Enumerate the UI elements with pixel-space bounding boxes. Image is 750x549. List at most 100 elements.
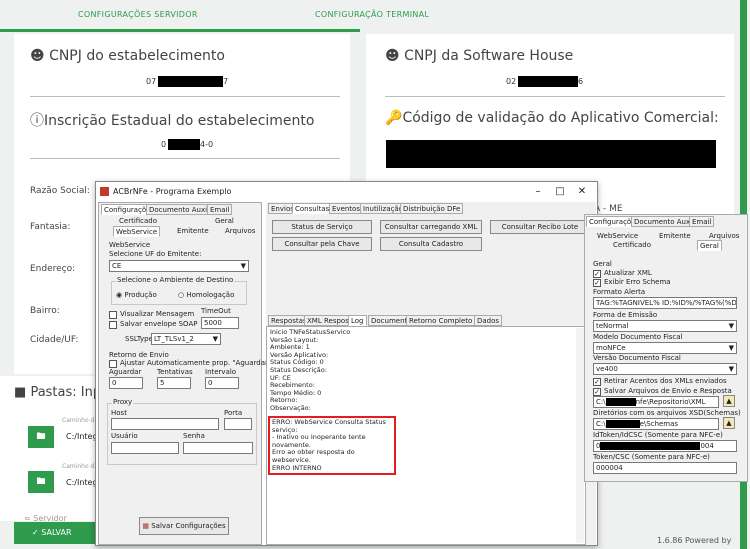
maximize-icon[interactable]: □ bbox=[549, 182, 571, 202]
salvar-arq-checkbox[interactable]: ✓ bbox=[593, 388, 601, 396]
ambiente-group: Selecione o Ambiente de Destino ◉ Produç… bbox=[111, 276, 247, 305]
radio-homologacao[interactable]: ○ Homologação bbox=[178, 291, 234, 299]
log-memo[interactable]: Inicio TNFeStatusServico Versão Layout: Am… bbox=[266, 326, 586, 545]
ambiente-title: Selecione o Ambiente de Destino bbox=[116, 276, 235, 284]
log-lines: Inicio TNFeStatusServico Versão Layout: Am… bbox=[270, 328, 350, 413]
chevron-down-icon: ▼ bbox=[728, 322, 734, 330]
redaction bbox=[386, 140, 716, 168]
endereco-label: Endereço: bbox=[30, 264, 76, 274]
tab-geral[interactable]: Geral bbox=[215, 217, 234, 225]
folder-open-icon[interactable]: ▲ bbox=[723, 395, 735, 407]
tab-arquivos[interactable]: Arquivos bbox=[225, 227, 255, 235]
ie-start: 0 bbox=[161, 140, 167, 149]
side-tab-email[interactable]: Email bbox=[689, 216, 715, 227]
cnpj-estab-start: 07 bbox=[146, 77, 157, 86]
minimize-icon[interactable]: – bbox=[527, 182, 549, 202]
aguardar-label: Aguardar bbox=[109, 368, 142, 376]
codigo-title: 🔑Código de validação do Aplicativo Comer… bbox=[385, 110, 719, 126]
path2-input[interactable]: C:\ e\Schemas bbox=[593, 418, 719, 430]
cidade-label: Cidade/UF: bbox=[30, 335, 79, 345]
folder-button[interactable]: 🖿 bbox=[28, 426, 54, 448]
porta-input[interactable] bbox=[224, 418, 252, 430]
senha-label: Senha bbox=[183, 432, 205, 440]
porta-label: Porta bbox=[224, 409, 243, 417]
versao-select[interactable]: ve400 ▼ bbox=[593, 363, 737, 375]
dir-label: Diretórios com os arquivos XSD(Schemas) bbox=[593, 409, 741, 417]
timeout-input[interactable]: 5000 bbox=[201, 317, 239, 329]
modelo-select[interactable]: moNFCe ▼ bbox=[593, 342, 737, 354]
ie-title: ⓘInscrição Estadual do estabelecimento bbox=[30, 113, 315, 129]
consultar-recibo-button[interactable]: Consultar Recibo Lote bbox=[490, 220, 590, 234]
redaction bbox=[158, 76, 223, 87]
senha-input[interactable] bbox=[183, 442, 253, 454]
tab-dados[interactable]: Dados bbox=[474, 315, 503, 326]
aguardar-input[interactable]: 0 bbox=[109, 377, 143, 389]
atualizar-label: Atualizar XML bbox=[604, 269, 652, 277]
cnpj-estab-end: 7 bbox=[223, 77, 229, 86]
side-tab-webservice[interactable]: WebService bbox=[597, 232, 638, 240]
caminho-label: Caminho da bbox=[62, 417, 99, 424]
razao-label: Razão Social: bbox=[30, 186, 90, 196]
ajustar-label: Ajustar Automaticamente prop. "Aguardar" bbox=[120, 359, 272, 367]
tab-email[interactable]: Email bbox=[207, 204, 233, 215]
path1-input[interactable]: C:\ nfe\Repositorio\XML bbox=[593, 396, 719, 408]
salvar-config-button[interactable]: ▦ Salvar Configurações bbox=[139, 517, 229, 535]
ssl-select[interactable]: LT_TLSv1_2 ▼ bbox=[151, 333, 221, 345]
consultar-xml-button[interactable]: Consultar carregando XML bbox=[380, 220, 482, 234]
visualizar-checkbox[interactable] bbox=[109, 311, 117, 319]
tab-configuracao-terminal[interactable]: CONFIGURAÇÃO TERMINAL bbox=[315, 0, 429, 30]
ws-group-title: WebService bbox=[109, 241, 151, 249]
scrollbar[interactable] bbox=[576, 328, 584, 543]
usuario-label: Usuário bbox=[111, 432, 138, 440]
consultas-panel: Envios Consultas Eventos Inutilização Di… bbox=[266, 202, 596, 545]
tab-configuracoes-servidor[interactable]: CONFIGURAÇÕES SERVIDOR bbox=[78, 0, 198, 30]
error-line: ERRO: WebService Consulta Status serviço… bbox=[272, 418, 386, 434]
side-config-window: Configurações Documento Auxiliar Email W… bbox=[584, 214, 748, 482]
error-line: Erro ao obter resposta do webservice. bbox=[272, 448, 355, 464]
log-line: Observação: bbox=[270, 403, 311, 412]
consulta-cadastro-button[interactable]: Consulta Cadastro bbox=[380, 237, 482, 251]
salvar-button[interactable]: ✓ SALVAR bbox=[14, 522, 96, 544]
divider bbox=[30, 96, 340, 97]
exibir-checkbox[interactable]: ✓ bbox=[593, 279, 601, 287]
folder-icon: 🖿 bbox=[36, 477, 46, 487]
side-tab-geral[interactable]: Geral bbox=[697, 240, 722, 251]
usuario-input[interactable] bbox=[111, 442, 179, 454]
side-tab-arquivos[interactable]: Arquivos bbox=[709, 232, 739, 240]
intervalo-input[interactable]: 0 bbox=[205, 377, 239, 389]
consultar-chave-button[interactable]: Consultar pela Chave bbox=[272, 237, 372, 251]
proxy-title: Proxy bbox=[112, 398, 134, 406]
folder-open-icon[interactable]: ▲ bbox=[723, 417, 735, 429]
idtoken-input[interactable]: 0 004 bbox=[593, 440, 737, 452]
radio-producao[interactable]: ◉ Produção bbox=[116, 291, 157, 299]
tab-emitente[interactable]: Emitente bbox=[177, 227, 209, 235]
ajustar-checkbox[interactable] bbox=[109, 360, 117, 368]
token-input[interactable]: 000004 bbox=[593, 462, 737, 474]
redaction bbox=[605, 398, 636, 406]
tab-log[interactable]: Log bbox=[348, 315, 367, 326]
tab-eventos[interactable]: Eventos bbox=[329, 203, 363, 214]
proxy-group: Proxy Host Porta Usuário Senha bbox=[107, 398, 257, 465]
forma-select[interactable]: teNormal ▼ bbox=[593, 320, 737, 332]
host-input[interactable] bbox=[111, 418, 219, 430]
salvar-soap-checkbox[interactable] bbox=[109, 321, 117, 329]
tentativas-label: Tentativas bbox=[157, 368, 193, 376]
tab-consultas[interactable]: Consultas bbox=[292, 203, 333, 214]
retirar-checkbox[interactable]: ✓ bbox=[593, 378, 601, 386]
tab-webservice[interactable]: WebService bbox=[113, 226, 161, 237]
intervalo-label: Intervalo bbox=[205, 368, 237, 376]
close-icon[interactable]: ✕ bbox=[571, 182, 593, 202]
tentativas-input[interactable]: 5 bbox=[157, 377, 191, 389]
folder-button[interactable]: 🖿 bbox=[28, 471, 54, 493]
caminho-value: C:/Integ bbox=[66, 432, 98, 441]
formato-input[interactable]: TAG:%TAGNIVEL% ID:%ID%/%TAG%(%DESCRI bbox=[593, 297, 737, 309]
uf-select[interactable]: CE ▼ bbox=[109, 260, 249, 272]
atualizar-checkbox[interactable]: ✓ bbox=[593, 270, 601, 278]
side-tab-certificado[interactable]: Certificado bbox=[613, 241, 651, 249]
tab-distribuicao[interactable]: Distribuição DFe bbox=[400, 203, 464, 214]
side-tab-emitente[interactable]: Emitente bbox=[659, 232, 691, 240]
tab-certificado[interactable]: Certificado bbox=[119, 217, 157, 225]
ssl-label: SSLType bbox=[125, 335, 153, 343]
pastas-title: ■ Pastas: Inp bbox=[14, 385, 102, 400]
status-servico-button[interactable]: Status de Serviço bbox=[272, 220, 372, 234]
